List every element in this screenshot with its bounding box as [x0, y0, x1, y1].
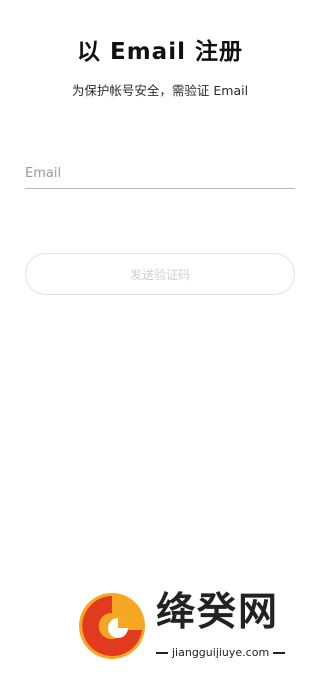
watermark-name: 绛癸网 [156, 590, 280, 635]
watermark-logo-icon [79, 593, 145, 659]
email-field-container [25, 160, 295, 189]
email-field[interactable] [25, 160, 295, 186]
page-subtitle: 为保护帐号安全，需验证 Email [71, 83, 249, 98]
watermark-url: jiangguijiuye.com [156, 646, 285, 659]
page-title: 以 Email 注册 [77, 39, 243, 65]
send-code-button[interactable]: 发送验证码 [25, 253, 295, 295]
watermark: 绛癸网 jiangguijiuye.com [74, 588, 314, 668]
